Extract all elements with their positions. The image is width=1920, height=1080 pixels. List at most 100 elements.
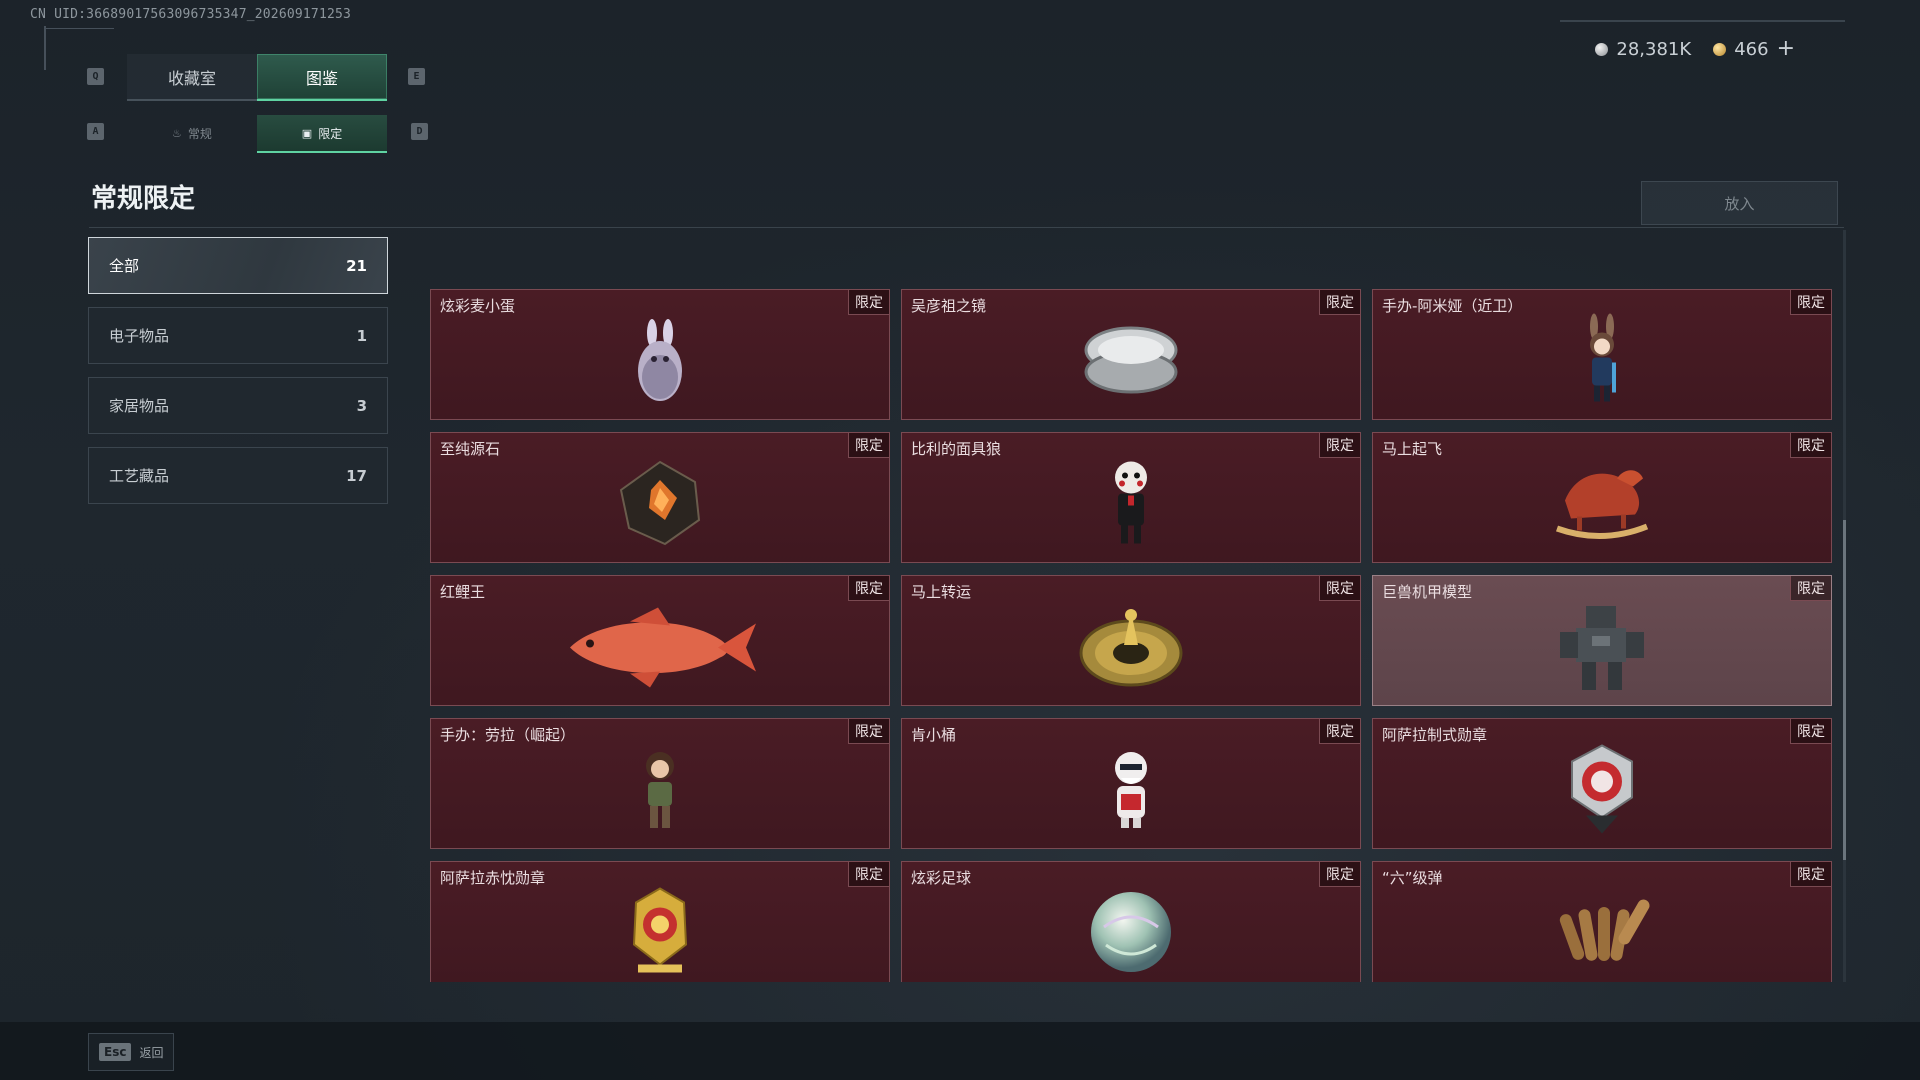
limited-badge: 限定 [848, 433, 889, 458]
rocking-horse-icon [1555, 469, 1649, 539]
tab-collection-room[interactable]: 收藏室 [127, 54, 257, 101]
item-card[interactable]: 手办-阿米娅（近卫） 限定 [1372, 289, 1832, 420]
page-title: 常规限定 [91, 184, 196, 214]
limited-badge: 限定 [1319, 290, 1360, 315]
item-name: 阿萨拉赤忱勋章 [440, 869, 546, 887]
key-hint-d[interactable]: D [411, 123, 428, 140]
silver-currency: 28,381K [1595, 39, 1691, 60]
item-card[interactable]: 马上转运 限定 [901, 575, 1361, 706]
limited-badge: 限定 [1790, 719, 1831, 744]
main-tabs: 收藏室 图鉴 [127, 54, 387, 101]
add-currency-button[interactable]: + [1777, 38, 1795, 60]
item-name: 至纯源石 [440, 440, 501, 458]
item-card[interactable]: 至纯源石 限定 [430, 432, 890, 563]
item-grid: 炫彩麦小蛋 限定 吴彦祖之镜 限定 手办-阿米娅（近卫） 限定 至纯源石 限定 … [430, 289, 1838, 982]
key-hint-a[interactable]: A [87, 123, 104, 140]
key-hint-e[interactable]: E [408, 68, 425, 85]
limited-badge: 限定 [1790, 433, 1831, 458]
category-list: 全部 21 电子物品 1 家居物品 3 工艺藏品 17 [88, 237, 390, 517]
figurine-icon [1590, 313, 1616, 402]
divider [89, 227, 1844, 228]
item-card[interactable]: 阿萨拉制式勋章 限定 [1372, 718, 1832, 849]
crystal-icon [619, 460, 701, 545]
category-all[interactable]: 全部 21 [88, 237, 388, 294]
puppet-icon [1115, 461, 1147, 544]
item-name: 炫彩足球 [911, 869, 972, 887]
subtab-limited-label: 限定 [318, 126, 343, 141]
item-name: 手办：劳拉（崛起） [440, 726, 576, 744]
collection-screen: CN UID:3668901756309673534​7_20260917125… [0, 0, 1920, 1080]
category-count: 17 [346, 466, 367, 485]
limited-badge: 限定 [1790, 862, 1831, 887]
back-button[interactable]: Esc 返回 [88, 1033, 175, 1071]
item-name: 吴彦祖之镜 [911, 297, 987, 315]
compact-mirror-icon [1084, 326, 1178, 394]
ball-icon [1091, 891, 1171, 972]
bottom-bar [0, 1022, 1920, 1080]
limited-badge: 限定 [1319, 576, 1360, 601]
subtab-regular[interactable]: ♨ 常规 [127, 115, 257, 151]
gold-medal-icon [632, 886, 688, 973]
limited-badge: 限定 [1319, 433, 1360, 458]
item-card[interactable]: 吴彦祖之镜 限定 [901, 289, 1361, 420]
category-label: 全部 [109, 257, 140, 275]
tab-codex[interactable]: 图鉴 [257, 54, 387, 101]
decor-line [44, 26, 46, 70]
compass-disc-icon [1079, 608, 1183, 687]
item-name: 马上起飞 [1382, 440, 1443, 458]
limited-badge: 限定 [1790, 290, 1831, 315]
category-count: 1 [356, 326, 367, 345]
item-card[interactable]: 阿萨拉赤忱勋章 限定 [430, 861, 890, 982]
limited-badge: 限定 [848, 576, 889, 601]
key-hint-q[interactable]: Q [87, 68, 104, 85]
item-card[interactable]: 炫彩麦小蛋 限定 [430, 289, 890, 420]
limited-badge: 限定 [848, 862, 889, 887]
item-card[interactable]: 炫彩足球 限定 [901, 861, 1361, 982]
image-icon: ▣ [301, 126, 313, 140]
item-card[interactable]: 红鲤王 限定 [430, 575, 890, 706]
mech-icon [1560, 605, 1644, 690]
subtab-limited[interactable]: ▣ 限定 [257, 115, 387, 153]
gold-coin-icon [1713, 42, 1727, 56]
decor-line [44, 28, 114, 29]
figurine-icon [646, 751, 674, 828]
category-label: 家居物品 [109, 397, 170, 415]
carp-icon [570, 607, 756, 688]
item-name: 炫彩麦小蛋 [440, 297, 516, 315]
item-name: 马上转运 [911, 583, 972, 601]
item-name: 巨兽机甲模型 [1382, 583, 1473, 601]
uid-label: CN UID:3668901756309673534​7_20260917125… [30, 7, 352, 22]
category-electronics[interactable]: 电子物品 1 [88, 307, 388, 364]
bullets-icon [1559, 899, 1650, 961]
medal-icon [1571, 744, 1633, 834]
item-name: 手办-阿米娅（近卫） [1382, 297, 1523, 315]
item-grid-viewport: 炫彩麦小蛋 限定 吴彦祖之镜 限定 手办-阿米娅（近卫） 限定 至纯源石 限定 … [430, 289, 1838, 982]
item-card[interactable]: 手办：劳拉（崛起） 限定 [430, 718, 890, 849]
put-in-button[interactable]: 放入 [1641, 181, 1838, 225]
item-card[interactable]: 马上起飞 限定 [1372, 432, 1832, 563]
category-label: 电子物品 [109, 327, 170, 345]
flame-icon: ♨ [172, 126, 182, 140]
category-crafts[interactable]: 工艺藏品 17 [88, 447, 388, 504]
item-card[interactable]: 比利的面具狼 限定 [901, 432, 1361, 563]
category-household[interactable]: 家居物品 3 [88, 377, 388, 434]
item-card[interactable]: 巨兽机甲模型 限定 [1372, 575, 1832, 706]
colonel-icon [1115, 751, 1147, 828]
category-label: 工艺藏品 [109, 467, 170, 485]
item-name: 肯小桶 [911, 726, 957, 744]
limited-badge: 限定 [1319, 719, 1360, 744]
limited-badge: 限定 [1790, 576, 1831, 601]
item-name: “六”级弹 [1382, 869, 1443, 887]
silver-coin-icon [1595, 42, 1609, 56]
item-name: 比利的面具狼 [911, 440, 1002, 458]
scrollbar-thumb[interactable] [1843, 520, 1846, 860]
item-card[interactable]: “六”级弹 限定 [1372, 861, 1832, 982]
gold-amount: 466 [1734, 38, 1769, 60]
esc-key: Esc [99, 1043, 132, 1061]
item-name: 阿萨拉制式勋章 [1382, 726, 1488, 744]
back-label: 返回 [139, 1045, 164, 1060]
limited-badge: 限定 [848, 290, 889, 315]
currency-bar: 28,381K 466 + [1595, 38, 1795, 60]
category-count: 21 [346, 256, 367, 275]
item-card[interactable]: 肯小桶 限定 [901, 718, 1361, 849]
